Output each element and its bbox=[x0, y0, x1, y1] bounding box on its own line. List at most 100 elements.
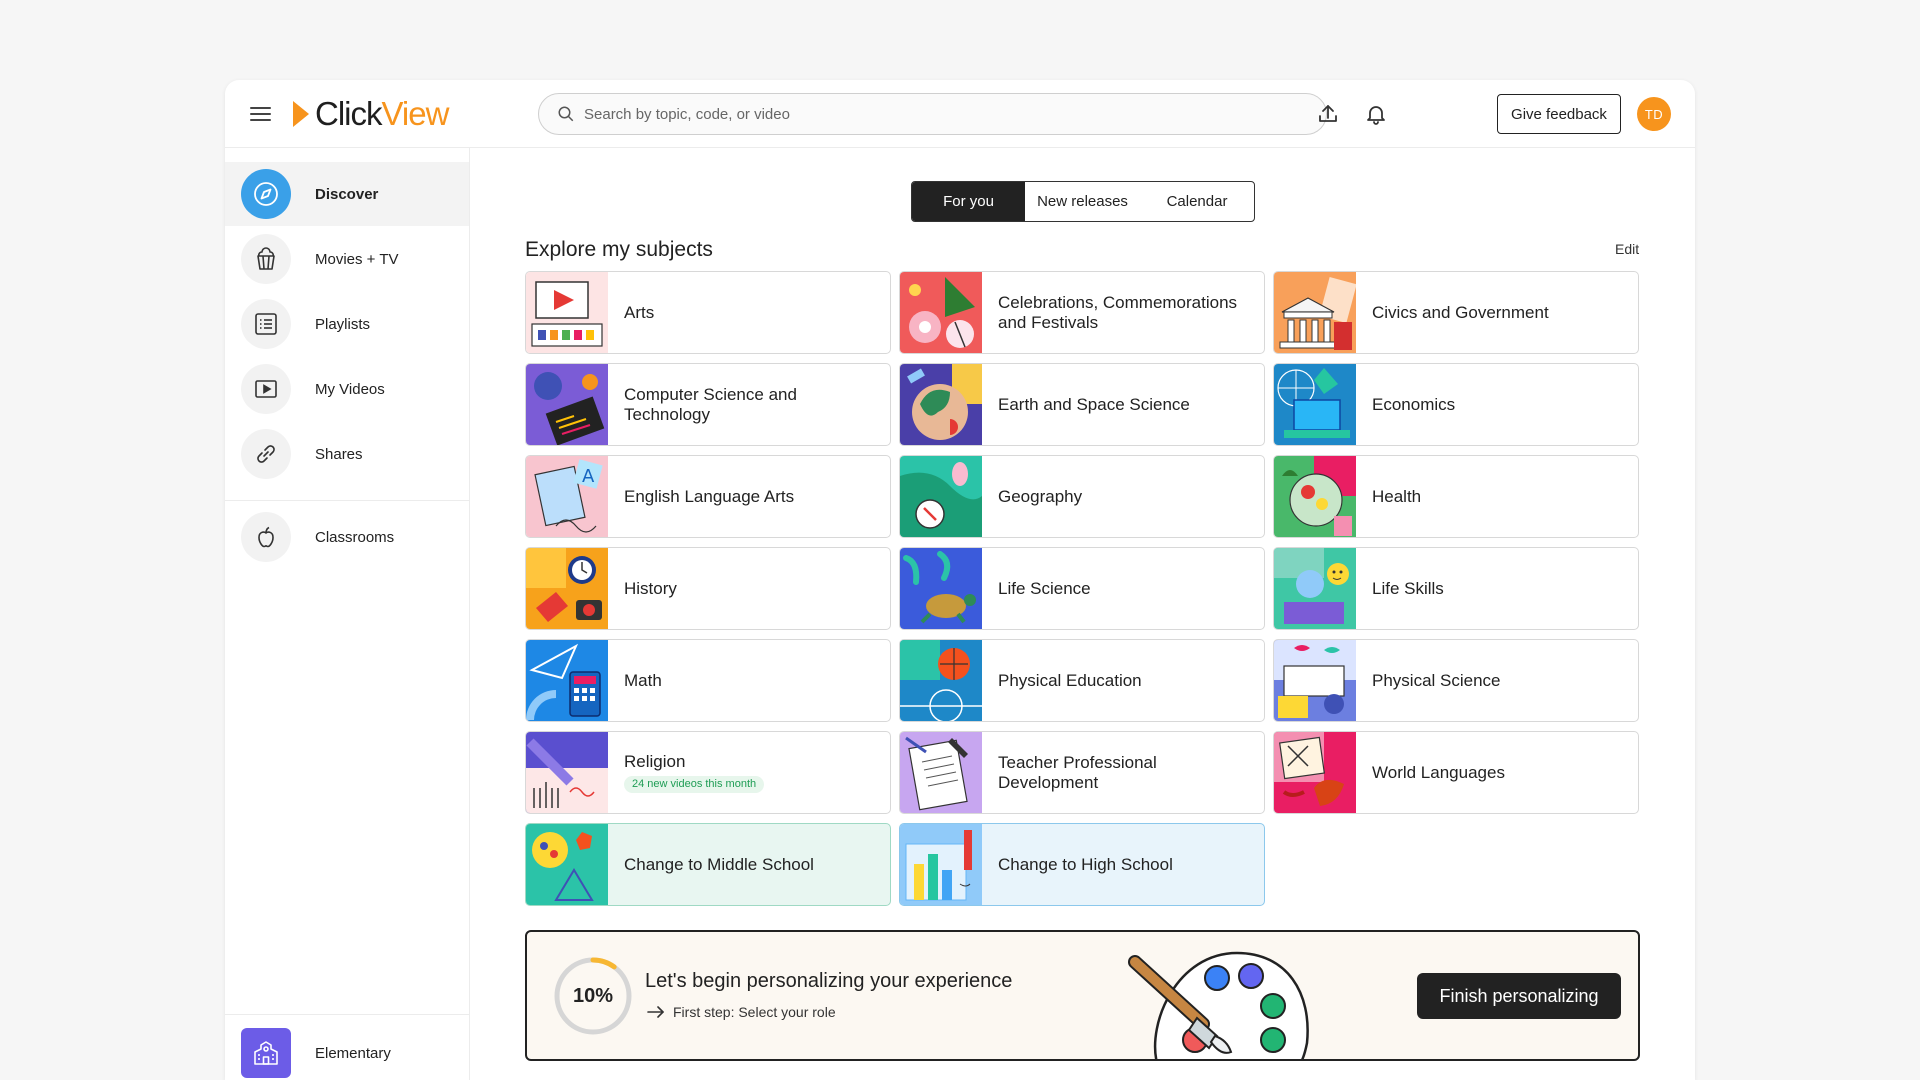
top-header: ClickView Give feedback TD bbox=[225, 80, 1695, 148]
sidebar-item-classrooms[interactable]: Classrooms bbox=[225, 505, 469, 569]
paint-palette-illustration bbox=[1128, 951, 1309, 1059]
change-to-high-school-card[interactable]: Change to High School bbox=[899, 823, 1265, 906]
sidebar-item-label: Shares bbox=[315, 445, 363, 463]
popcorn-icon bbox=[241, 234, 291, 284]
subject-label: Celebrations, Commemorations and Festiva… bbox=[998, 292, 1238, 332]
sidebar-item-shares[interactable]: Shares bbox=[225, 422, 469, 486]
subject-card-computer-science[interactable]: Computer Science and Technology bbox=[525, 363, 891, 446]
app-window: ClickView Give feedback TD Discover Movi… bbox=[225, 80, 1695, 1080]
banner-step: First step: Select your role bbox=[647, 1004, 836, 1020]
subject-card-physical-science[interactable]: Physical Science bbox=[1273, 639, 1639, 722]
subject-label: Life Science bbox=[998, 578, 1091, 598]
logo-text-part1: Click bbox=[315, 95, 382, 132]
edit-subjects-link[interactable]: Edit bbox=[1615, 241, 1639, 257]
subject-card-physical-education[interactable]: Physical Education bbox=[899, 639, 1265, 722]
bell-icon[interactable] bbox=[1364, 102, 1388, 126]
subject-label: Civics and Government bbox=[1372, 302, 1549, 322]
progress-percentage: 10% bbox=[572, 984, 614, 1007]
arts-illustration bbox=[526, 272, 608, 353]
subject-label-text: Religion bbox=[624, 752, 686, 771]
menu-icon[interactable] bbox=[250, 103, 272, 125]
subject-label: Arts bbox=[624, 302, 655, 322]
english-illustration: A bbox=[526, 456, 608, 537]
sidebar-divider bbox=[225, 1014, 469, 1015]
subject-card-health[interactable]: Health bbox=[1273, 455, 1639, 538]
math-illustration bbox=[526, 640, 608, 721]
subject-card-economics[interactable]: Economics bbox=[1273, 363, 1639, 446]
sidebar-item-label: Classrooms bbox=[315, 528, 395, 546]
search-input[interactable] bbox=[584, 105, 1284, 123]
sidebar-item-label: Movies + TV bbox=[315, 250, 399, 268]
search-icon bbox=[558, 106, 574, 122]
sidebar-item-label: Discover bbox=[315, 185, 379, 203]
subject-label: Earth and Space Science bbox=[998, 394, 1190, 414]
subject-label: Math bbox=[624, 670, 662, 690]
life-science-illustration bbox=[900, 548, 982, 629]
tab-calendar[interactable]: Calendar bbox=[1140, 182, 1254, 221]
celebrations-illustration bbox=[900, 272, 982, 353]
subject-card-religion[interactable]: Religion 24 new videos this month bbox=[525, 731, 891, 814]
sidebar-item-movies-tv[interactable]: Movies + TV bbox=[225, 227, 469, 291]
subject-card-arts[interactable]: Arts bbox=[525, 271, 891, 354]
life-skills-illustration bbox=[1274, 548, 1356, 629]
sidebar-divider bbox=[225, 500, 469, 501]
subject-card-math[interactable]: Math bbox=[525, 639, 891, 722]
subject-label: Physical Education bbox=[998, 670, 1142, 690]
avatar[interactable]: TD bbox=[1637, 97, 1671, 131]
health-illustration bbox=[1274, 456, 1356, 537]
economics-illustration bbox=[1274, 364, 1356, 445]
subject-label: Change to High School bbox=[998, 854, 1173, 874]
subject-card-teacher-pd[interactable]: Teacher Professional Development bbox=[899, 731, 1265, 814]
sidebar-item-school[interactable]: Elementary bbox=[225, 1021, 469, 1080]
subject-label: Geography bbox=[998, 486, 1083, 506]
geography-illustration bbox=[900, 456, 982, 537]
clickview-logo[interactable]: ClickView bbox=[293, 95, 449, 133]
new-videos-badge: 24 new videos this month bbox=[624, 776, 765, 793]
subject-label: History bbox=[624, 578, 677, 598]
sidebar-item-discover[interactable]: Discover bbox=[225, 162, 469, 226]
subject-label: Physical Science bbox=[1372, 670, 1501, 690]
tab-new-releases[interactable]: New releases bbox=[1025, 182, 1140, 221]
sidebar-item-label: My Videos bbox=[315, 380, 385, 398]
tab-for-you[interactable]: For you bbox=[912, 182, 1025, 221]
subject-label: Economics bbox=[1372, 394, 1456, 414]
subject-label: Health bbox=[1372, 486, 1422, 506]
personalize-banner: 10% Let's begin personalizing your exper… bbox=[525, 930, 1640, 1061]
banner-step-text: First step: Select your role bbox=[673, 1004, 836, 1020]
give-feedback-button[interactable]: Give feedback bbox=[1497, 94, 1621, 134]
subject-card-geography[interactable]: Geography bbox=[899, 455, 1265, 538]
school-icon bbox=[241, 1028, 291, 1078]
subject-label: Change to Middle School bbox=[624, 854, 814, 874]
arrow-right-icon bbox=[647, 1006, 664, 1018]
apple-icon bbox=[241, 512, 291, 562]
subject-card-celebrations[interactable]: Celebrations, Commemorations and Festiva… bbox=[899, 271, 1265, 354]
earth-space-illustration bbox=[900, 364, 982, 445]
subject-card-world-languages[interactable]: World Languages bbox=[1273, 731, 1639, 814]
computer-science-illustration bbox=[526, 364, 608, 445]
teacher-pd-illustration bbox=[900, 732, 982, 813]
physical-education-illustration bbox=[900, 640, 982, 721]
high-school-illustration bbox=[900, 824, 982, 905]
subject-card-civics[interactable]: Civics and Government bbox=[1273, 271, 1639, 354]
subject-card-english[interactable]: A English Language Arts bbox=[525, 455, 891, 538]
subject-card-history[interactable]: History bbox=[525, 547, 891, 630]
svg-text:A: A bbox=[582, 466, 595, 487]
finish-personalizing-button[interactable]: Finish personalizing bbox=[1417, 973, 1621, 1019]
link-icon bbox=[241, 429, 291, 479]
banner-title: Let's begin personalizing your experienc… bbox=[645, 970, 1013, 992]
upload-icon[interactable] bbox=[1316, 102, 1340, 126]
world-languages-illustration bbox=[1274, 732, 1356, 813]
view-tabs: For you New releases Calendar bbox=[911, 181, 1255, 222]
change-to-middle-school-card[interactable]: Change to Middle School bbox=[525, 823, 891, 906]
logo-text: ClickView bbox=[315, 95, 449, 133]
subject-card-life-skills[interactable]: Life Skills bbox=[1273, 547, 1639, 630]
search-bar[interactable] bbox=[538, 93, 1327, 135]
sidebar: Discover Movies + TV Playlists My Videos… bbox=[225, 148, 470, 1080]
subject-label: Teacher Professional Development bbox=[998, 752, 1157, 792]
subject-card-life-science[interactable]: Life Science bbox=[899, 547, 1265, 630]
sidebar-item-my-videos[interactable]: My Videos bbox=[225, 357, 469, 421]
sidebar-item-playlists[interactable]: Playlists bbox=[225, 292, 469, 356]
logo-play-icon bbox=[293, 101, 309, 127]
subject-card-earth-space[interactable]: Earth and Space Science bbox=[899, 363, 1265, 446]
subject-label: English Language Arts bbox=[624, 486, 795, 506]
